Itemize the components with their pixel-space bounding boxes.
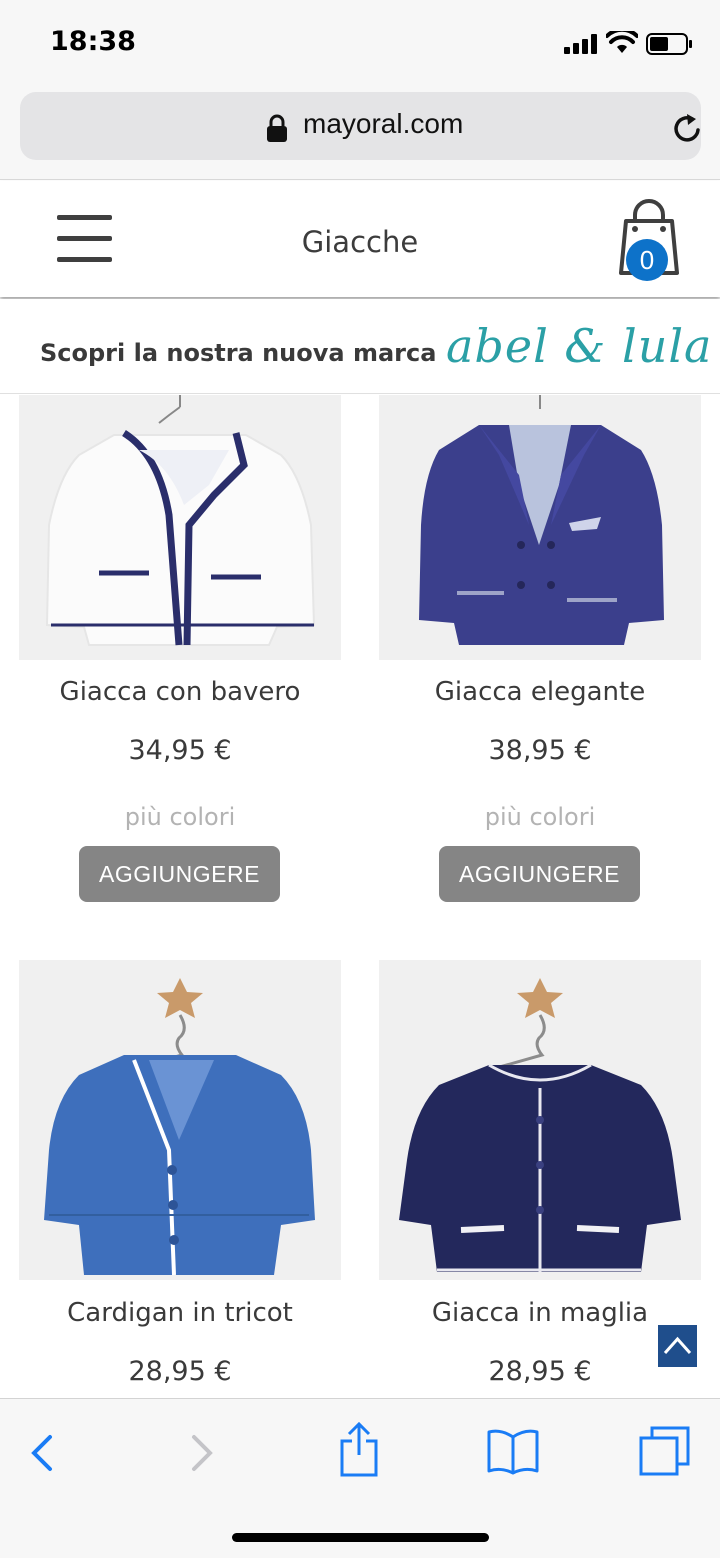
url-text[interactable]: mayoral.com: [303, 108, 463, 140]
product-image[interactable]: [19, 960, 341, 1280]
browser-toolbar: [0, 1398, 720, 1558]
back-icon[interactable]: [28, 1433, 56, 1473]
product-price: 38,95 €: [488, 735, 592, 766]
forward-icon[interactable]: [188, 1433, 216, 1473]
status-bar: 18:38: [0, 0, 720, 88]
reload-icon[interactable]: [670, 112, 704, 144]
product-name[interactable]: Cardigan in tricot: [19, 1298, 341, 1328]
promo-banner[interactable]: Scopri la nostra nuova marca abel & lula: [0, 299, 720, 394]
cart-count-badge[interactable]: 0: [626, 239, 668, 281]
product-image[interactable]: [19, 395, 341, 660]
add-to-cart-button[interactable]: AGGIUNGERE: [79, 846, 280, 902]
lock-icon: [267, 114, 287, 142]
status-time: 18:38: [50, 26, 136, 57]
promo-text: Scopri la nostra nuova marca: [40, 339, 437, 367]
product-card[interactable]: Giacca elegante 38,95 € più colori AGGIU…: [379, 395, 701, 905]
product-name[interactable]: Giacca elegante: [379, 677, 701, 707]
product-card[interactable]: Cardigan in tricot 28,95 €: [19, 960, 341, 1398]
more-colors-link[interactable]: più colori: [19, 803, 341, 831]
signal-icon: [564, 34, 597, 54]
brand-logo[interactable]: abel & lula: [446, 319, 712, 373]
browser-address-area: mayoral.com: [0, 88, 720, 180]
home-indicator[interactable]: [232, 1533, 489, 1542]
product-image[interactable]: [379, 395, 701, 660]
product-price: 28,95 €: [128, 1356, 232, 1387]
back-to-top-icon[interactable]: [658, 1325, 697, 1367]
product-card[interactable]: Giacca in maglia 28,95 €: [379, 960, 701, 1398]
product-price: 28,95 €: [488, 1356, 592, 1387]
product-name[interactable]: Giacca con bavero: [19, 677, 341, 707]
tabs-icon[interactable]: [638, 1425, 692, 1479]
wifi-icon: [606, 31, 638, 53]
share-icon[interactable]: [338, 1421, 380, 1477]
site-header: Giacche 0: [0, 181, 720, 297]
product-card[interactable]: Giacca con bavero 34,95 € più colori AGG…: [19, 395, 341, 905]
product-name[interactable]: Giacca in maglia: [379, 1298, 701, 1328]
address-bar[interactable]: mayoral.com: [20, 92, 701, 160]
product-image[interactable]: [379, 960, 701, 1280]
add-to-cart-button[interactable]: AGGIUNGERE: [439, 846, 640, 902]
bookmarks-icon[interactable]: [486, 1427, 540, 1475]
page-title: Giacche: [301, 225, 419, 259]
battery-icon: [646, 33, 692, 55]
more-colors-link[interactable]: più colori: [379, 803, 701, 831]
product-price: 34,95 €: [128, 735, 232, 766]
